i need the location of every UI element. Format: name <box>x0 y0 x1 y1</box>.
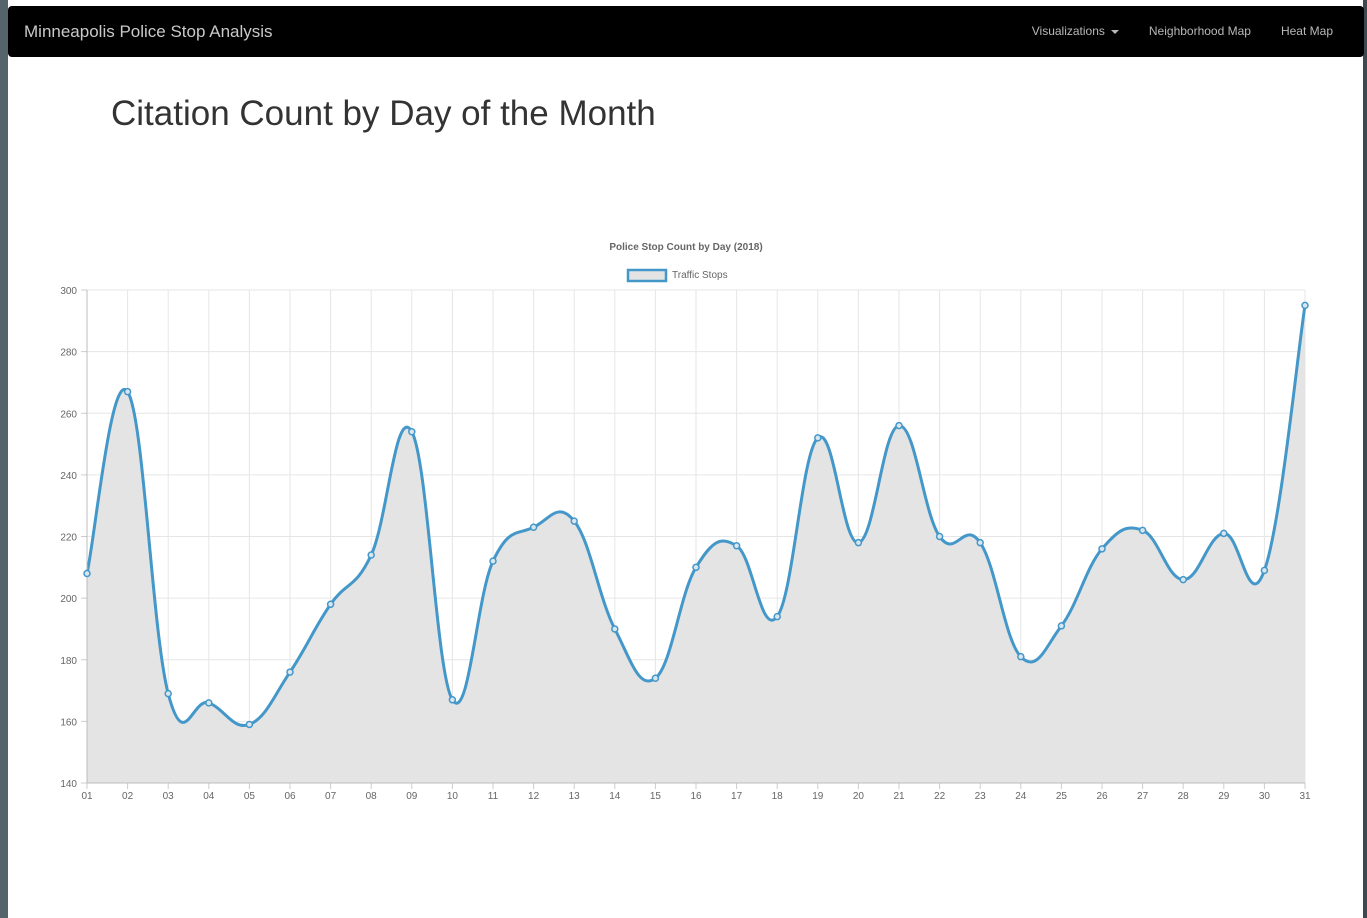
data-point <box>895 421 903 430</box>
x-tick-label: 19 <box>812 791 824 802</box>
x-tick-label: 25 <box>1056 791 1068 802</box>
x-tick-label: 14 <box>609 791 621 802</box>
x-tick-label: 10 <box>447 791 459 802</box>
x-tick-label: 18 <box>772 791 784 802</box>
data-point <box>1301 301 1309 310</box>
data-point <box>83 569 91 578</box>
x-tick-label: 24 <box>1015 791 1027 802</box>
x-tick-label: 13 <box>569 791 581 802</box>
x-tick-label: 01 <box>81 791 93 802</box>
data-point <box>773 612 781 621</box>
chart-title: Police Stop Count by Day (2018) <box>609 242 762 253</box>
x-tick-label: 29 <box>1218 791 1230 802</box>
x-tick-label: 28 <box>1178 791 1190 802</box>
data-point <box>692 563 700 572</box>
data-point <box>1260 566 1269 575</box>
x-tick-label: 07 <box>325 791 337 802</box>
x-tick-label: 02 <box>122 791 134 802</box>
data-point <box>1220 529 1228 538</box>
y-tick-label: 260 <box>60 409 77 420</box>
data-point <box>935 532 944 541</box>
x-tick-label: 09 <box>406 791 418 802</box>
data-point <box>529 523 538 532</box>
legend-swatch <box>626 268 668 283</box>
x-tick-label: 23 <box>975 791 987 802</box>
data-point <box>570 517 578 525</box>
data-point <box>651 674 660 682</box>
data-point <box>123 387 132 396</box>
x-tick-label: 12 <box>528 791 540 802</box>
x-tick-label: 03 <box>163 791 175 802</box>
data-point <box>326 600 335 609</box>
data-point <box>976 538 984 547</box>
x-tick-label: 11 <box>488 791 499 802</box>
data-point <box>1057 622 1066 630</box>
x-tick-label: 20 <box>853 791 865 802</box>
data-point <box>611 625 619 633</box>
data-point <box>367 551 375 559</box>
data-point <box>1138 526 1147 535</box>
y-tick-label: 300 <box>60 286 77 297</box>
y-tick-label: 140 <box>60 779 77 790</box>
data-point <box>732 541 741 550</box>
chart-legend[interactable]: Traffic Stops <box>626 268 728 283</box>
data-point <box>408 427 416 436</box>
data-point <box>489 557 497 565</box>
data-point <box>854 538 863 547</box>
y-tick-label: 280 <box>60 348 77 359</box>
data-point <box>1098 545 1106 553</box>
x-tick-label: 31 <box>1299 791 1311 802</box>
x-tick-label: 04 <box>203 791 215 802</box>
data-point <box>448 696 457 704</box>
y-tick-label: 220 <box>60 533 77 544</box>
x-tick-label: 08 <box>366 791 378 802</box>
x-tick-label: 26 <box>1096 791 1108 802</box>
data-point <box>1179 575 1187 584</box>
x-tick-label: 17 <box>731 791 743 802</box>
x-tick-label: 21 <box>893 791 905 802</box>
x-tick-label: 22 <box>934 791 946 802</box>
data-point <box>1017 652 1025 661</box>
y-tick-label: 180 <box>60 656 77 667</box>
legend-label: Traffic Stops <box>672 270 728 281</box>
x-tick-label: 16 <box>690 791 702 802</box>
stop-count-chart: Police Stop Count by Day (2018) Traffic … <box>60 242 1311 802</box>
y-tick-label: 200 <box>60 594 77 605</box>
data-point <box>286 668 294 676</box>
x-tick-label: 27 <box>1137 791 1149 802</box>
x-tick-label: 06 <box>284 791 296 802</box>
data-point <box>164 689 172 698</box>
x-tick-label: 15 <box>650 791 662 802</box>
data-point <box>814 434 822 442</box>
y-tick-label: 240 <box>60 471 77 482</box>
data-point <box>245 720 254 729</box>
data-point <box>205 699 213 707</box>
y-tick-label: 160 <box>60 717 77 728</box>
x-tick-label: 05 <box>244 791 256 802</box>
x-tick-label: 30 <box>1259 791 1271 802</box>
